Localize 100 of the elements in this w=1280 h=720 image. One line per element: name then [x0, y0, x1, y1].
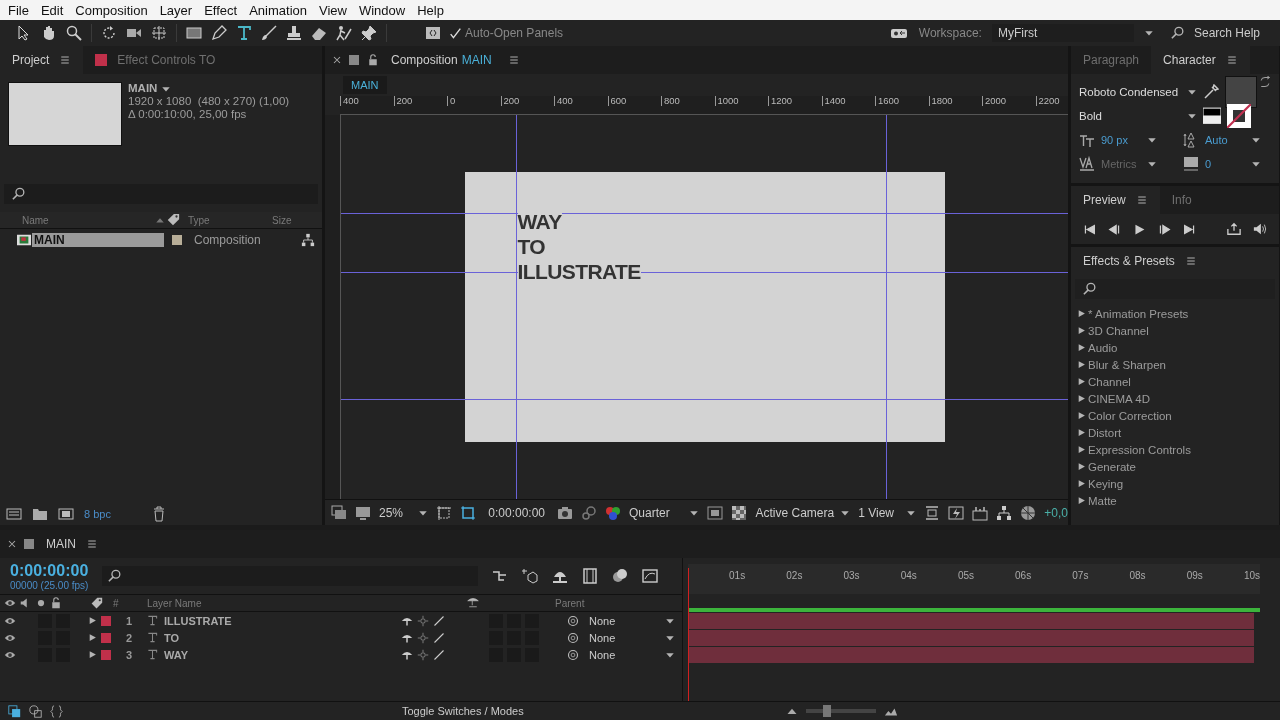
- solo-icon[interactable]: [36, 598, 46, 608]
- flowchart-icon[interactable]: [301, 233, 315, 247]
- column-header[interactable]: Type: [180, 214, 264, 226]
- effect-category[interactable]: CINEMA 4D: [1088, 392, 1150, 405]
- snapshot-layers-icon[interactable]: [331, 504, 347, 521]
- effect-category[interactable]: Color Correction: [1088, 409, 1172, 422]
- menu-icon[interactable]: [1135, 194, 1148, 206]
- font-size-value[interactable]: 90 px: [1101, 134, 1141, 146]
- layer-name[interactable]: WAY: [164, 648, 189, 661]
- layer-switches-icon[interactable]: [8, 704, 21, 718]
- flowchart-icon[interactable]: [996, 504, 1013, 521]
- pan-behind-icon[interactable]: [151, 25, 167, 41]
- pen-icon[interactable]: [211, 25, 227, 41]
- quality-switch-icon[interactable]: [433, 614, 445, 627]
- effect-category[interactable]: Channel: [1088, 375, 1131, 388]
- text-icon[interactable]: [236, 25, 252, 41]
- dropdown-caret-icon[interactable]: [1147, 159, 1157, 169]
- menu-item[interactable]: Help: [411, 2, 450, 18]
- color-depth-button[interactable]: 8 bpc: [84, 508, 111, 520]
- menu-item[interactable]: Composition: [69, 2, 154, 18]
- auto-open-panels-label[interactable]: Auto-Open Panels: [465, 26, 564, 40]
- zoom-dropdown[interactable]: 25%: [379, 505, 429, 520]
- close-icon[interactable]: [6, 538, 18, 550]
- leading-value[interactable]: Auto: [1205, 134, 1245, 146]
- zoom-slider-thumb[interactable]: [822, 705, 831, 717]
- pick-whip-icon[interactable]: [567, 614, 579, 627]
- effect-category[interactable]: Distort: [1088, 426, 1122, 439]
- menu-item[interactable]: Effect: [198, 2, 244, 18]
- graph-editor-icon[interactable]: [642, 568, 659, 584]
- text-layer-icon[interactable]: [147, 649, 158, 660]
- search-field[interactable]: [1075, 279, 1275, 299]
- panel-toggle-icon[interactable]: [425, 25, 441, 41]
- rotate-icon[interactable]: [101, 25, 117, 41]
- quality-switch-icon[interactable]: [433, 648, 445, 661]
- pick-whip-icon[interactable]: [567, 631, 579, 644]
- tag-icon[interactable]: [166, 213, 180, 227]
- font-style-dropdown[interactable]: Bold: [1079, 110, 1197, 122]
- dropdown-caret-icon[interactable]: [1143, 28, 1154, 38]
- panel-tab[interactable]: Paragraph: [1071, 46, 1152, 74]
- checkerboard-icon[interactable]: [731, 504, 748, 521]
- search-field[interactable]: [102, 566, 479, 586]
- region-of-interest-icon[interactable]: [436, 504, 453, 521]
- effect-category[interactable]: * Animation Presets: [1088, 307, 1189, 320]
- panel-tab[interactable]: Character: [1151, 46, 1250, 74]
- color-channels-icon[interactable]: [605, 504, 622, 521]
- menu-icon[interactable]: [507, 54, 520, 66]
- search-icon[interactable]: [1170, 26, 1185, 40]
- current-time[interactable]: 0:00:00:00: [484, 505, 550, 520]
- menu-icon[interactable]: [86, 538, 98, 550]
- video-toggle-icon[interactable]: [4, 597, 16, 609]
- dropdown-caret-icon[interactable]: [1187, 111, 1197, 121]
- motion-blur-icon[interactable]: [612, 568, 629, 584]
- effect-category[interactable]: Audio: [1088, 341, 1118, 354]
- tracking-value[interactable]: 0: [1205, 158, 1245, 170]
- stroke-fill-icon[interactable]: [1203, 107, 1221, 125]
- parent-dropdown[interactable]: None: [589, 648, 675, 661]
- column-header[interactable]: Name: [0, 214, 154, 226]
- speaker-icon[interactable]: [1253, 222, 1267, 236]
- stroke-color-swatch-icon[interactable]: [1227, 104, 1251, 128]
- search-icon[interactable]: [1083, 282, 1097, 296]
- snapshot-camera-icon[interactable]: [557, 504, 574, 521]
- exposure-icon[interactable]: [1020, 504, 1037, 521]
- eyedropper-icon[interactable]: [1203, 84, 1219, 100]
- collapse-switch-icon[interactable]: [417, 631, 429, 644]
- layer-name[interactable]: ILLUSTRATE: [164, 614, 232, 627]
- eraser-icon[interactable]: [311, 25, 327, 41]
- composition-icon[interactable]: [16, 233, 32, 247]
- menu-icon[interactable]: [1225, 54, 1238, 66]
- menu-item[interactable]: Animation: [243, 2, 313, 18]
- column-header[interactable]: Parent: [527, 597, 585, 609]
- exposure-value[interactable]: +0,0: [1044, 505, 1068, 520]
- menu-icon[interactable]: [59, 54, 72, 66]
- stamp-icon[interactable]: [286, 25, 302, 41]
- pick-whip-icon[interactable]: [567, 648, 579, 661]
- menu-item[interactable]: Layer: [153, 2, 199, 18]
- panel-tab[interactable]: Effect Controls TO: [83, 46, 228, 74]
- column-header[interactable]: Size: [264, 214, 292, 226]
- show-snapshot-icon[interactable]: [581, 504, 598, 521]
- pin-icon[interactable]: [361, 25, 377, 41]
- checkmark-icon[interactable]: [450, 27, 461, 39]
- close-icon[interactable]: [331, 54, 343, 66]
- font-size-icon[interactable]: [1079, 132, 1095, 148]
- menu-item[interactable]: File: [2, 2, 35, 18]
- timecode[interactable]: 0:00:00:00: [10, 561, 89, 580]
- search-help-field[interactable]: Search Help: [1193, 26, 1260, 40]
- previous-frame-icon[interactable]: [1108, 222, 1121, 236]
- dropdown-caret-icon[interactable]: [1187, 87, 1197, 97]
- text-layer-icon[interactable]: [147, 632, 158, 643]
- effect-category[interactable]: 3D Channel: [1088, 324, 1149, 337]
- tag-icon[interactable]: [90, 596, 103, 610]
- view-layout-dropdown[interactable]: 1 View: [858, 505, 917, 520]
- fast-draft-icon[interactable]: [948, 504, 965, 521]
- frame-blending-icon[interactable]: [582, 568, 599, 584]
- menu-item[interactable]: Window: [352, 2, 412, 18]
- parent-dropdown[interactable]: None: [589, 614, 675, 627]
- timeline-tab[interactable]: MAIN: [34, 530, 110, 558]
- lock-icon[interactable]: [367, 54, 379, 66]
- quality-switch-icon[interactable]: [433, 631, 445, 644]
- interpret-footage-icon[interactable]: [6, 506, 22, 522]
- collapse-switch-icon[interactable]: [417, 648, 429, 661]
